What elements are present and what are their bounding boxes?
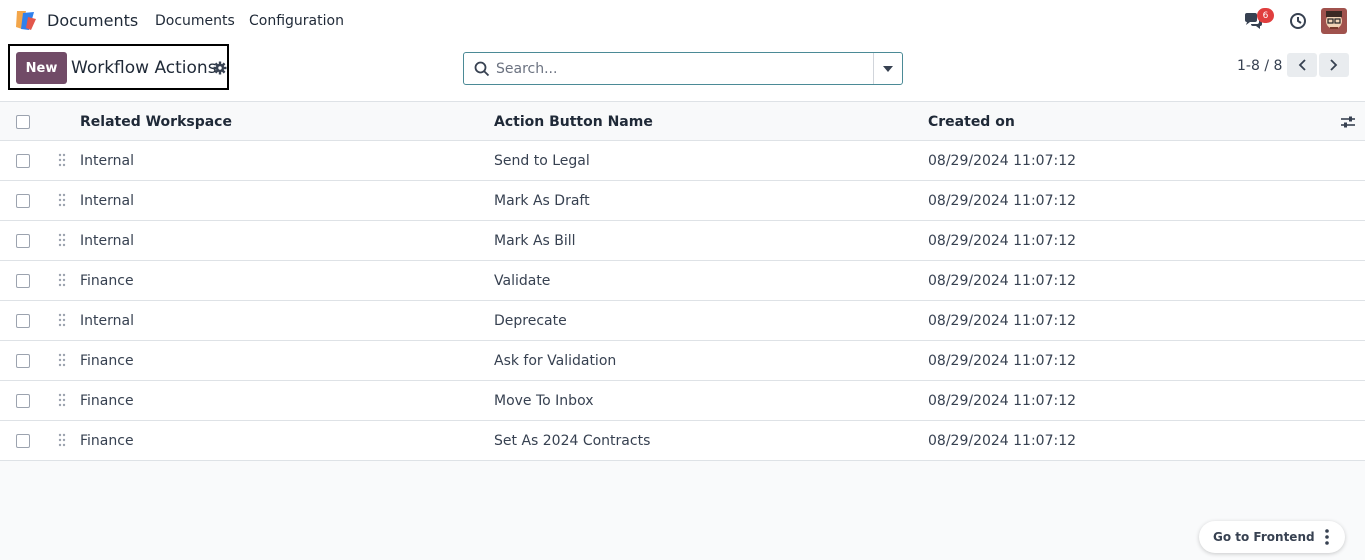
pager-previous-button[interactable]	[1287, 53, 1317, 77]
cell-related-workspace: Finance	[80, 393, 134, 409]
cell-created-on: 08/29/2024 11:07:12	[928, 393, 1077, 409]
table-row[interactable]: Finance Set As 2024 Contracts 08/29/2024 1…	[0, 421, 1365, 461]
clock-icon[interactable]	[1289, 12, 1307, 30]
caret-down-icon	[883, 65, 893, 72]
table-row[interactable]: Internal Send to Legal 08/29/2024 11:07:12	[0, 141, 1365, 181]
drag-handle-icon[interactable]	[58, 193, 66, 207]
cell-action-button-name: Move To Inbox	[494, 393, 594, 409]
column-header-created-on[interactable]: Created on	[928, 102, 1015, 142]
documents-app-icon[interactable]	[14, 9, 38, 31]
workflow-actions-list: Related Workspace Action Button Name Cre…	[0, 101, 1365, 461]
cell-action-button-name: Mark As Bill	[494, 233, 576, 249]
control-panel: New Workflow Actions 1-8 / 8	[0, 42, 1365, 101]
menu-item-configuration[interactable]: Configuration	[249, 13, 344, 29]
gear-icon[interactable]	[213, 61, 227, 75]
cell-created-on: 08/29/2024 11:07:12	[928, 193, 1077, 209]
cell-related-workspace: Finance	[80, 273, 134, 289]
table-row[interactable]: Finance Validate 08/29/2024 11:07:12	[0, 261, 1365, 301]
more-options-icon[interactable]	[1317, 527, 1337, 547]
cell-created-on: 08/29/2024 11:07:12	[928, 353, 1077, 369]
app-name[interactable]: Documents	[47, 11, 138, 30]
user-avatar[interactable]	[1321, 8, 1347, 34]
cell-related-workspace: Finance	[80, 353, 134, 369]
notification-badge: 6	[1257, 8, 1274, 23]
drag-handle-icon[interactable]	[58, 233, 66, 247]
table-header-row: Related Workspace Action Button Name Cre…	[0, 101, 1365, 141]
pager-value[interactable]: 1-8 / 8	[1237, 58, 1282, 74]
drag-handle-icon[interactable]	[58, 273, 66, 287]
cell-created-on: 08/29/2024 11:07:12	[928, 153, 1077, 169]
cell-action-button-name: Set As 2024 Contracts	[494, 433, 651, 449]
page-title: Workflow Actions	[71, 58, 217, 78]
row-checkbox[interactable]	[16, 274, 30, 288]
frontend-bar: Go to Frontend	[1199, 521, 1345, 553]
cell-related-workspace: Internal	[80, 153, 134, 169]
column-header-action-button-name[interactable]: Action Button Name	[494, 102, 653, 142]
menu-item-documents[interactable]: Documents	[155, 13, 235, 29]
go-to-frontend-button[interactable]: Go to Frontend	[1213, 530, 1315, 544]
column-header-related-workspace[interactable]: Related Workspace	[80, 102, 232, 142]
optional-columns-icon[interactable]	[1340, 114, 1356, 130]
search-icon	[474, 61, 490, 77]
cell-related-workspace: Internal	[80, 233, 134, 249]
cell-created-on: 08/29/2024 11:07:12	[928, 273, 1077, 289]
select-all-checkbox[interactable]	[16, 115, 30, 129]
row-checkbox[interactable]	[16, 434, 30, 448]
chevron-left-icon	[1298, 59, 1306, 71]
row-checkbox[interactable]	[16, 314, 30, 328]
row-checkbox[interactable]	[16, 154, 30, 168]
cell-action-button-name: Validate	[494, 273, 551, 289]
row-checkbox[interactable]	[16, 394, 30, 408]
cell-action-button-name: Ask for Validation	[494, 353, 617, 369]
search-input[interactable]	[496, 59, 866, 79]
cell-created-on: 08/29/2024 11:07:12	[928, 433, 1077, 449]
row-checkbox[interactable]	[16, 234, 30, 248]
table-row[interactable]: Finance Ask for Validation 08/29/2024 11:0…	[0, 341, 1365, 381]
search-options-toggle[interactable]	[873, 53, 902, 84]
cell-created-on: 08/29/2024 11:07:12	[928, 233, 1077, 249]
cell-action-button-name: Mark As Draft	[494, 193, 590, 209]
cell-related-workspace: Finance	[80, 433, 134, 449]
search-bar	[463, 52, 903, 85]
drag-handle-icon[interactable]	[58, 153, 66, 167]
drag-handle-icon[interactable]	[58, 353, 66, 367]
row-checkbox[interactable]	[16, 354, 30, 368]
row-checkbox[interactable]	[16, 194, 30, 208]
drag-handle-icon[interactable]	[58, 313, 66, 327]
table-row[interactable]: Finance Move To Inbox 08/29/2024 11:07:12	[0, 381, 1365, 421]
cell-related-workspace: Internal	[80, 313, 134, 329]
table-row[interactable]: Internal Deprecate 08/29/2024 11:07:12	[0, 301, 1365, 341]
cell-action-button-name: Send to Legal	[494, 153, 590, 169]
top-navbar: Documents Documents Configuration 6	[0, 0, 1365, 42]
drag-handle-icon[interactable]	[58, 393, 66, 407]
cell-related-workspace: Internal	[80, 193, 134, 209]
new-button[interactable]: New	[16, 52, 67, 84]
chevron-right-icon	[1330, 59, 1338, 71]
cell-action-button-name: Deprecate	[494, 313, 567, 329]
table-row[interactable]: Internal Mark As Bill 08/29/2024 11:07:12	[0, 221, 1365, 261]
pager-next-button[interactable]	[1319, 53, 1349, 77]
cell-created-on: 08/29/2024 11:07:12	[928, 313, 1077, 329]
table-row[interactable]: Internal Mark As Draft 08/29/2024 11:07:12	[0, 181, 1365, 221]
drag-handle-icon[interactable]	[58, 433, 66, 447]
